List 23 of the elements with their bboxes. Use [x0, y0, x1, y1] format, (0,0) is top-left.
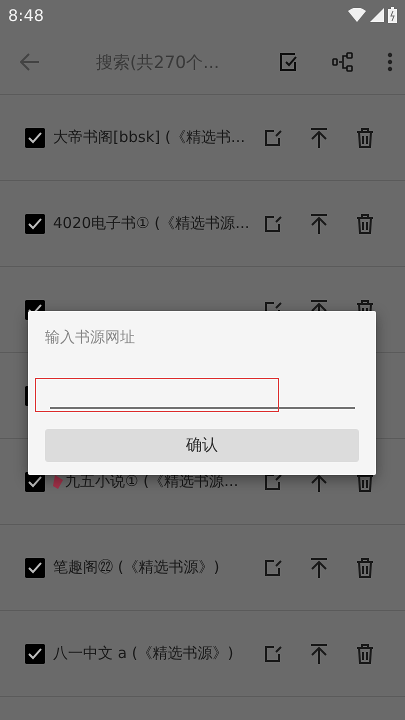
- confirm-button[interactable]: 确认: [45, 429, 359, 462]
- checkbox[interactable]: [25, 558, 45, 578]
- source-name: 笔趣阁㉒ (《精选书源》): [53, 558, 220, 577]
- source-name: 大帝书阁[bbsk] (《精选书...: [53, 128, 246, 147]
- status-time: 8:48: [8, 6, 44, 24]
- back-arrow-icon[interactable]: [20, 53, 40, 71]
- battery-icon: [388, 7, 397, 23]
- wifi-icon: [348, 8, 366, 22]
- checkmark-icon: [28, 648, 42, 660]
- checkmark-icon: [28, 562, 42, 574]
- checkmark-icon: [28, 476, 42, 488]
- dialog-title: 输入书源网址: [45, 328, 136, 347]
- tree-icon[interactable]: [332, 52, 354, 72]
- source-name: 4020电子书① (《精选书源...: [53, 214, 250, 233]
- checkmark-icon: [28, 218, 42, 230]
- signal-icon: [370, 8, 384, 22]
- checkbox[interactable]: [25, 128, 45, 148]
- select-all-icon[interactable]: [279, 52, 299, 72]
- more-icon[interactable]: [387, 52, 393, 72]
- source-name: 八一中文 a (《精选书源》): [53, 644, 234, 663]
- checkbox[interactable]: [25, 214, 45, 234]
- checkmark-icon: [28, 132, 42, 144]
- checkbox[interactable]: [25, 644, 45, 664]
